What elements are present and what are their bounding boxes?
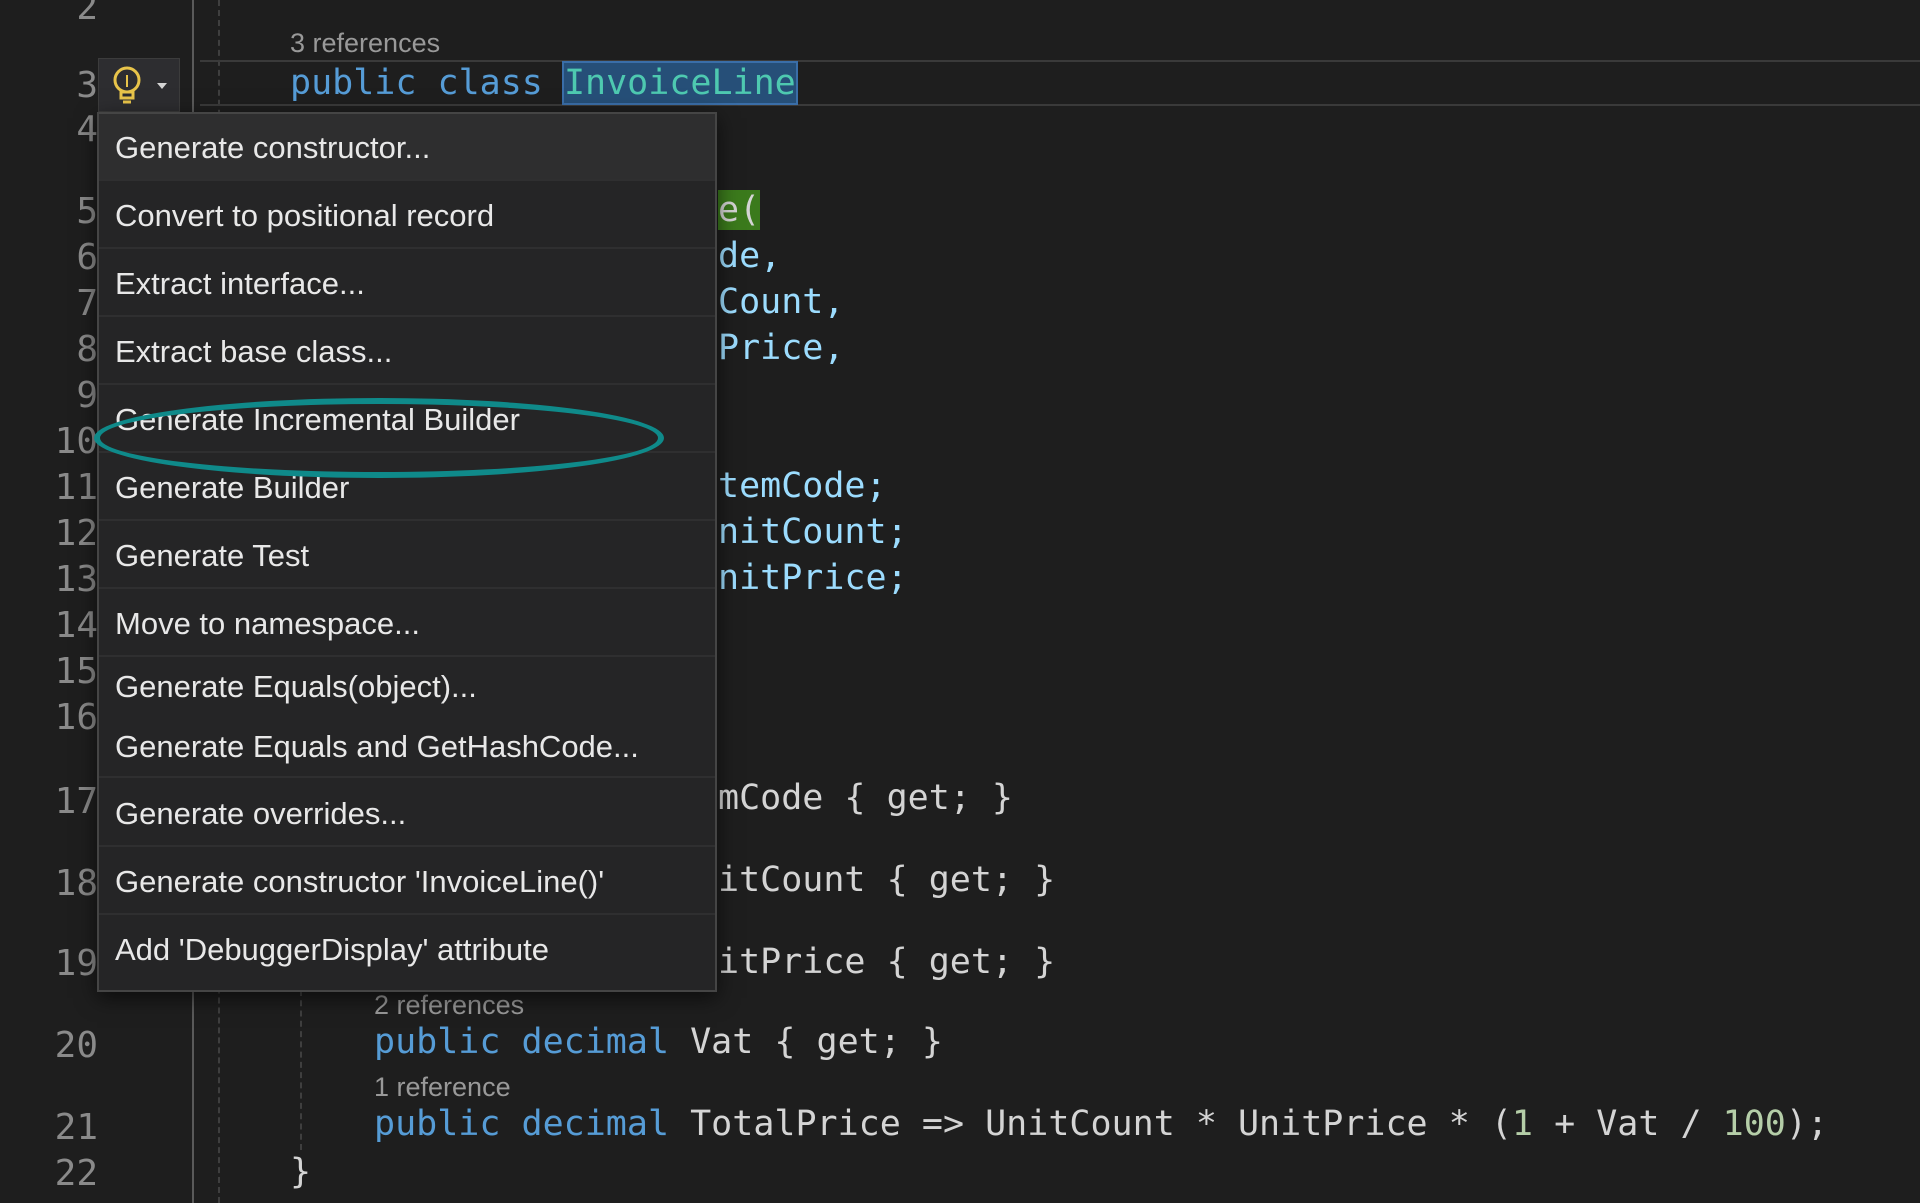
line-number: 20: [54, 1025, 98, 1066]
menu-item-move-to-namespace[interactable]: Move to namespace...: [99, 590, 715, 657]
code-line-21[interactable]: public decimal TotalPrice => UnitCount *…: [374, 1102, 1828, 1146]
code-line-20[interactable]: public decimal Vat { get; }: [374, 1020, 943, 1064]
code-line-3[interactable]: public class InvoiceLine: [290, 61, 798, 105]
menu-item-add-debuggerdisplay[interactable]: Add 'DebuggerDisplay' attribute: [99, 916, 715, 983]
line-number: 19: [54, 943, 98, 984]
quick-actions-button[interactable]: [98, 58, 180, 112]
line-number: 17: [54, 781, 98, 822]
line-number: 18: [54, 863, 98, 904]
number-literal: 1: [1511, 1104, 1533, 1144]
line-number: 3: [76, 65, 98, 106]
line-number: 7: [76, 283, 98, 324]
keyword: public: [374, 1022, 501, 1062]
line-number: 4: [76, 109, 98, 150]
line-number-gutter: 2 3 4 5 6 7 8 9 10 11 12 13 14 15 16 17 …: [0, 0, 110, 1203]
menu-item-extract-base-class[interactable]: Extract base class...: [99, 318, 715, 385]
line-number: 6: [76, 237, 98, 278]
keyword: public: [290, 63, 417, 103]
line-number: 15: [54, 651, 98, 692]
line-number: 21: [54, 1107, 98, 1148]
keyword: decimal: [521, 1104, 670, 1144]
keyword: public: [374, 1104, 501, 1144]
menu-item-generate-constructor-invoiceline[interactable]: Generate constructor 'InvoiceLine()': [99, 848, 715, 915]
code-text: TotalPrice => UnitCount * UnitPrice * (: [690, 1104, 1512, 1144]
line-number: 10: [54, 421, 98, 462]
indent-guide: [300, 990, 302, 1150]
menu-item-generate-overrides[interactable]: Generate overrides...: [99, 780, 715, 847]
line-number: 5: [76, 191, 98, 232]
code-line-18[interactable]: itCount { get; }: [718, 858, 1055, 902]
quick-actions-menu: Generate constructor... Convert to posit…: [97, 112, 717, 992]
menu-item-extract-interface[interactable]: Extract interface...: [99, 250, 715, 317]
line-number: 14: [54, 605, 98, 646]
code-line-8[interactable]: Price,: [718, 326, 844, 370]
number-literal: 100: [1722, 1104, 1786, 1144]
code-line-17[interactable]: mCode { get; }: [718, 776, 1013, 820]
code-line-5[interactable]: e(: [718, 188, 761, 232]
code-line-19[interactable]: itPrice { get; }: [718, 940, 1055, 984]
code-line-13[interactable]: nitPrice;: [718, 556, 908, 600]
menu-item-convert-positional-record[interactable]: Convert to positional record: [99, 182, 715, 249]
line-number: 22: [54, 1153, 98, 1194]
menu-item-generate-test[interactable]: Generate Test: [99, 522, 715, 589]
code-line-11[interactable]: temCode;: [718, 464, 887, 508]
lightbulb-icon: [113, 66, 167, 104]
line-number: 13: [54, 559, 98, 600]
code-fragment: e(: [718, 190, 761, 230]
menu-item-generate-equals[interactable]: Generate Equals(object)...: [99, 658, 715, 716]
code-text: );: [1785, 1104, 1829, 1144]
code-line-7[interactable]: Count,: [718, 280, 844, 324]
code-line-22[interactable]: }: [290, 1150, 311, 1194]
keyword: decimal: [521, 1022, 670, 1062]
menu-item-generate-constructor[interactable]: Generate constructor...: [99, 114, 715, 181]
menu-item-generate-equals-gethashcode[interactable]: Generate Equals and GetHashCode...: [99, 716, 715, 778]
line-number: 2: [76, 0, 98, 28]
codelens-references[interactable]: 1 reference: [374, 1072, 511, 1103]
line-number: 8: [76, 329, 98, 370]
code-line-6[interactable]: de,: [718, 234, 781, 278]
code-text: Vat { get; }: [690, 1022, 943, 1062]
code-line-12[interactable]: nitCount;: [718, 510, 908, 554]
highlight-annotation-circle: [94, 398, 664, 478]
line-number: 9: [76, 375, 98, 416]
line-number: 16: [54, 697, 98, 738]
keyword: class: [437, 63, 543, 103]
line-number: 12: [54, 513, 98, 554]
codelens-references[interactable]: 3 references: [290, 28, 440, 59]
line-number: 11: [54, 467, 98, 508]
codelens-references[interactable]: 2 references: [374, 990, 524, 1021]
selected-class-name[interactable]: InvoiceLine: [561, 61, 798, 105]
chevron-down-icon: [157, 83, 167, 89]
code-text: + Vat /: [1533, 1104, 1723, 1144]
